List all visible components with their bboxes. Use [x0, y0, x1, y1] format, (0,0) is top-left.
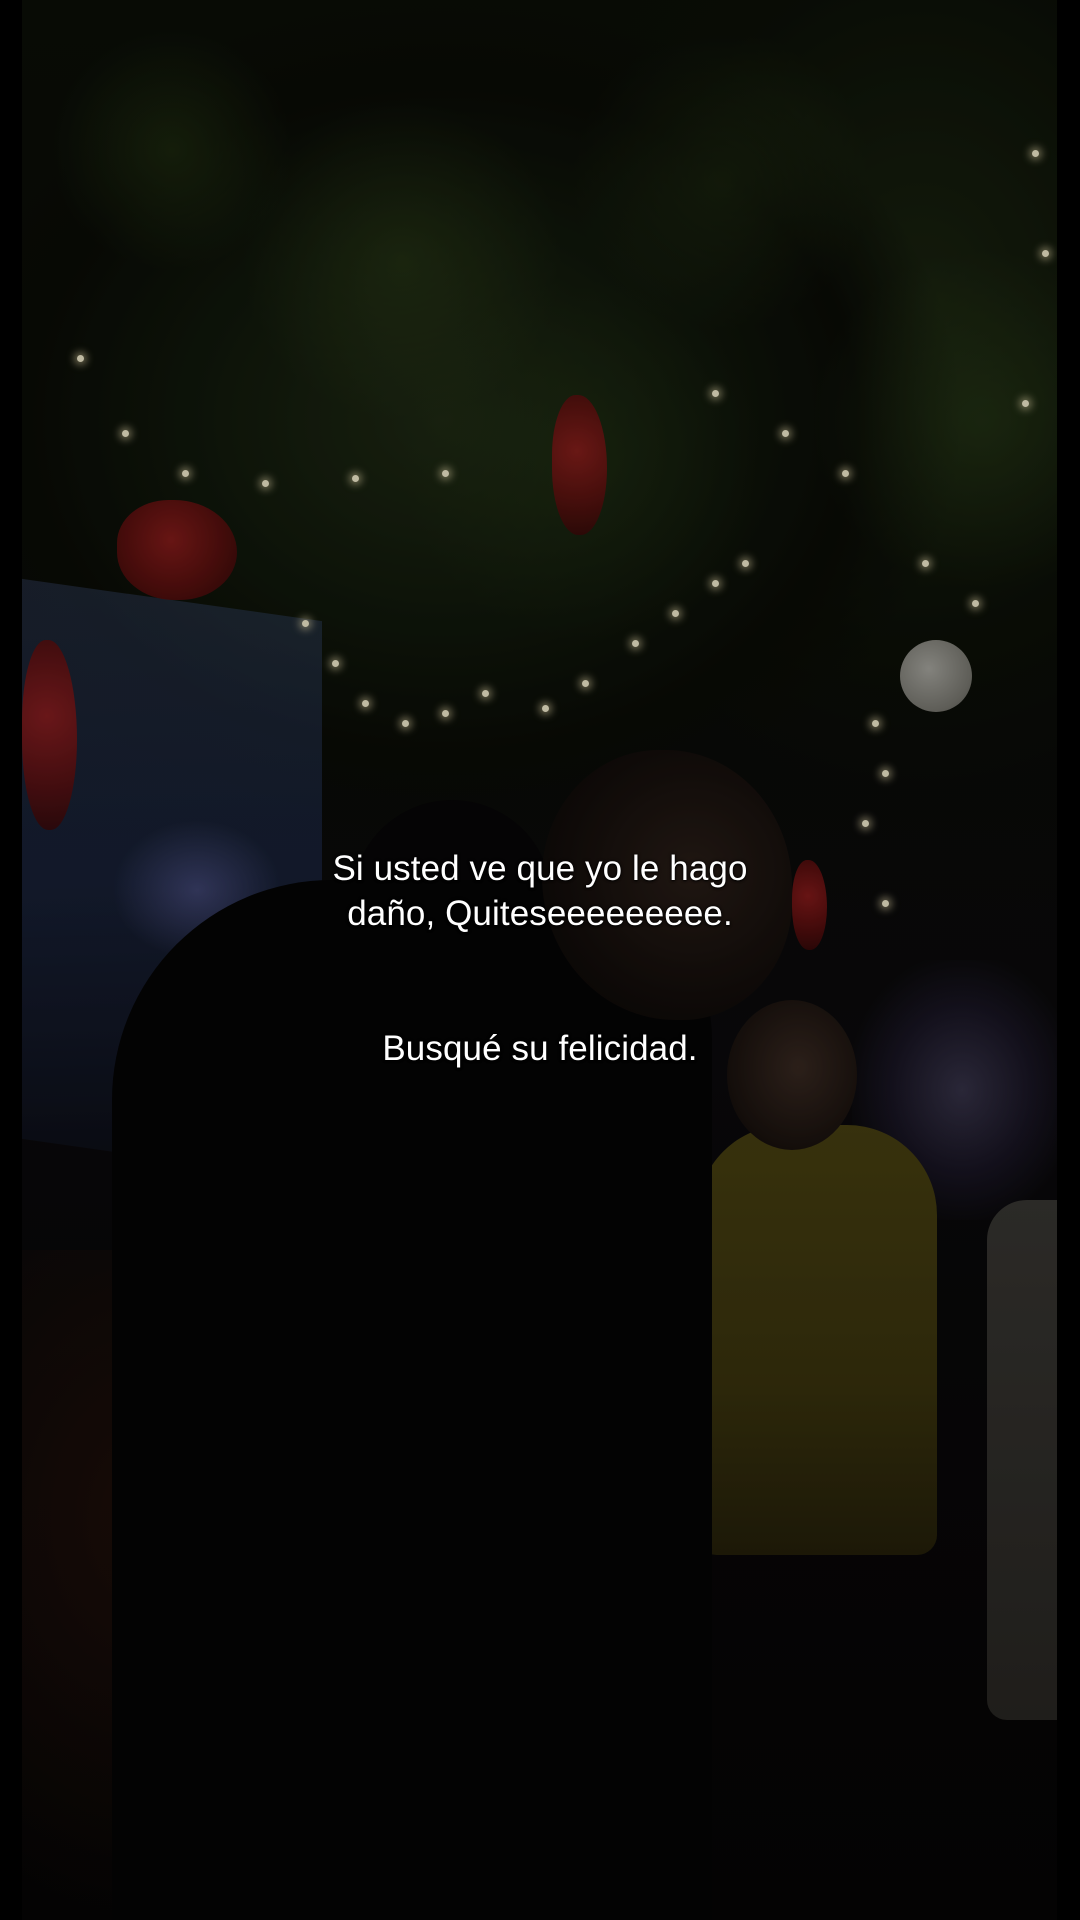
video-dim-overlay [22, 0, 1057, 1920]
video-frame[interactable] [22, 0, 1057, 1920]
caption-second: Busqué su felicidad. [0, 1026, 1080, 1071]
caption-first: Si usted ve que yo le hago daño, Quitese… [0, 846, 1080, 936]
caption-second-line-1: Busqué su felicidad. [382, 1029, 698, 1068]
caption-first-line-2: daño, Quiteseeeeeeeee. [347, 894, 733, 933]
video-screen[interactable]: Si usted ve que yo le hago daño, Quitese… [0, 0, 1080, 1920]
caption-first-line-1: Si usted ve que yo le hago [332, 849, 748, 888]
